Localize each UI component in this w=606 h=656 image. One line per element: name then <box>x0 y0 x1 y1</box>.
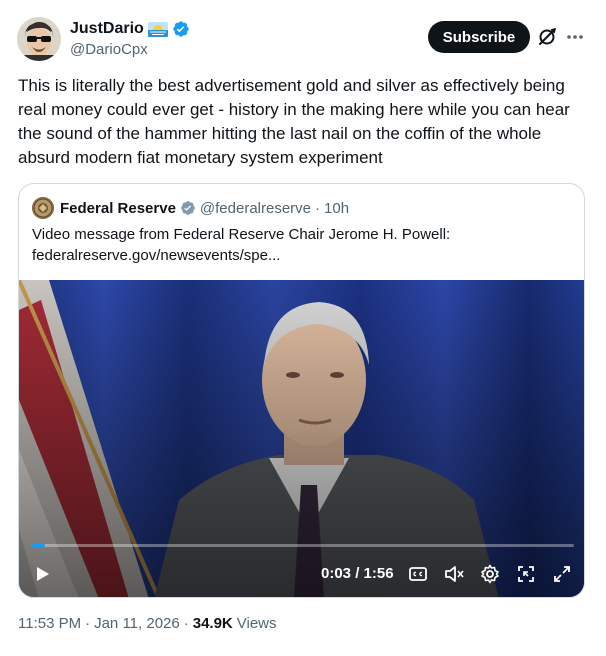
sunrise-emoji-icon <box>147 20 168 38</box>
picture-in-picture-icon[interactable] <box>515 563 537 585</box>
author-name-row: JustDario <box>70 19 190 39</box>
grok-icon[interactable] <box>536 26 558 48</box>
tweet-text: This is literally the best advertisement… <box>18 76 570 167</box>
meta-separator: · <box>183 615 189 632</box>
quote-age[interactable]: 10h <box>324 200 349 217</box>
quoted-tweet[interactable]: Federal Reserve @federalreserve · 10h Vi… <box>18 183 585 598</box>
subscribe-button[interactable]: Subscribe <box>428 21 530 53</box>
video-progress-bar[interactable] <box>31 544 574 547</box>
video-time: 0:03 / 1:56 <box>321 565 394 582</box>
play-icon[interactable] <box>31 563 53 585</box>
video-progress-fill <box>31 544 46 547</box>
mute-icon[interactable] <box>443 563 465 585</box>
author-avatar[interactable] <box>17 17 61 61</box>
more-icon[interactable] <box>564 26 586 48</box>
views-count: 34.9K <box>192 615 233 632</box>
tweet-meta: 11:53 PM · Jan 11, 2026 · 34.9K Views <box>18 615 277 632</box>
verified-badge-icon <box>172 20 190 38</box>
post-date[interactable]: Jan 11, 2026 <box>94 615 180 632</box>
video-player[interactable]: 0:03 / 1:56 <box>19 280 584 597</box>
views-label: Views <box>236 615 277 632</box>
quote-separator: · <box>315 199 321 217</box>
quote-header: Federal Reserve @federalreserve · 10h <box>60 198 349 218</box>
meta-separator: · <box>85 615 91 632</box>
tweet: JustDario @DarioCpx Subscribe This is li… <box>0 0 606 656</box>
quote-author-handle[interactable]: @federalreserve <box>200 200 311 217</box>
quote-text-line1: Video message from Federal Reserve Chair… <box>32 226 451 243</box>
quote-text: Video message from Federal Reserve Chair… <box>32 224 572 266</box>
settings-icon[interactable] <box>479 563 501 585</box>
author-name[interactable]: JustDario <box>70 20 144 38</box>
author-handle[interactable]: @DarioCpx <box>70 41 148 58</box>
federal-reserve-seal-avatar[interactable] <box>32 197 54 219</box>
gray-verified-badge-icon <box>180 200 196 216</box>
post-time[interactable]: 11:53 PM <box>18 615 81 632</box>
quote-author-name[interactable]: Federal Reserve <box>60 200 176 217</box>
video-frame <box>19 280 584 597</box>
quote-link[interactable]: federalreserve.gov/newsevents/spe... <box>32 245 572 266</box>
captions-icon[interactable] <box>407 563 429 585</box>
fullscreen-icon[interactable] <box>551 563 573 585</box>
